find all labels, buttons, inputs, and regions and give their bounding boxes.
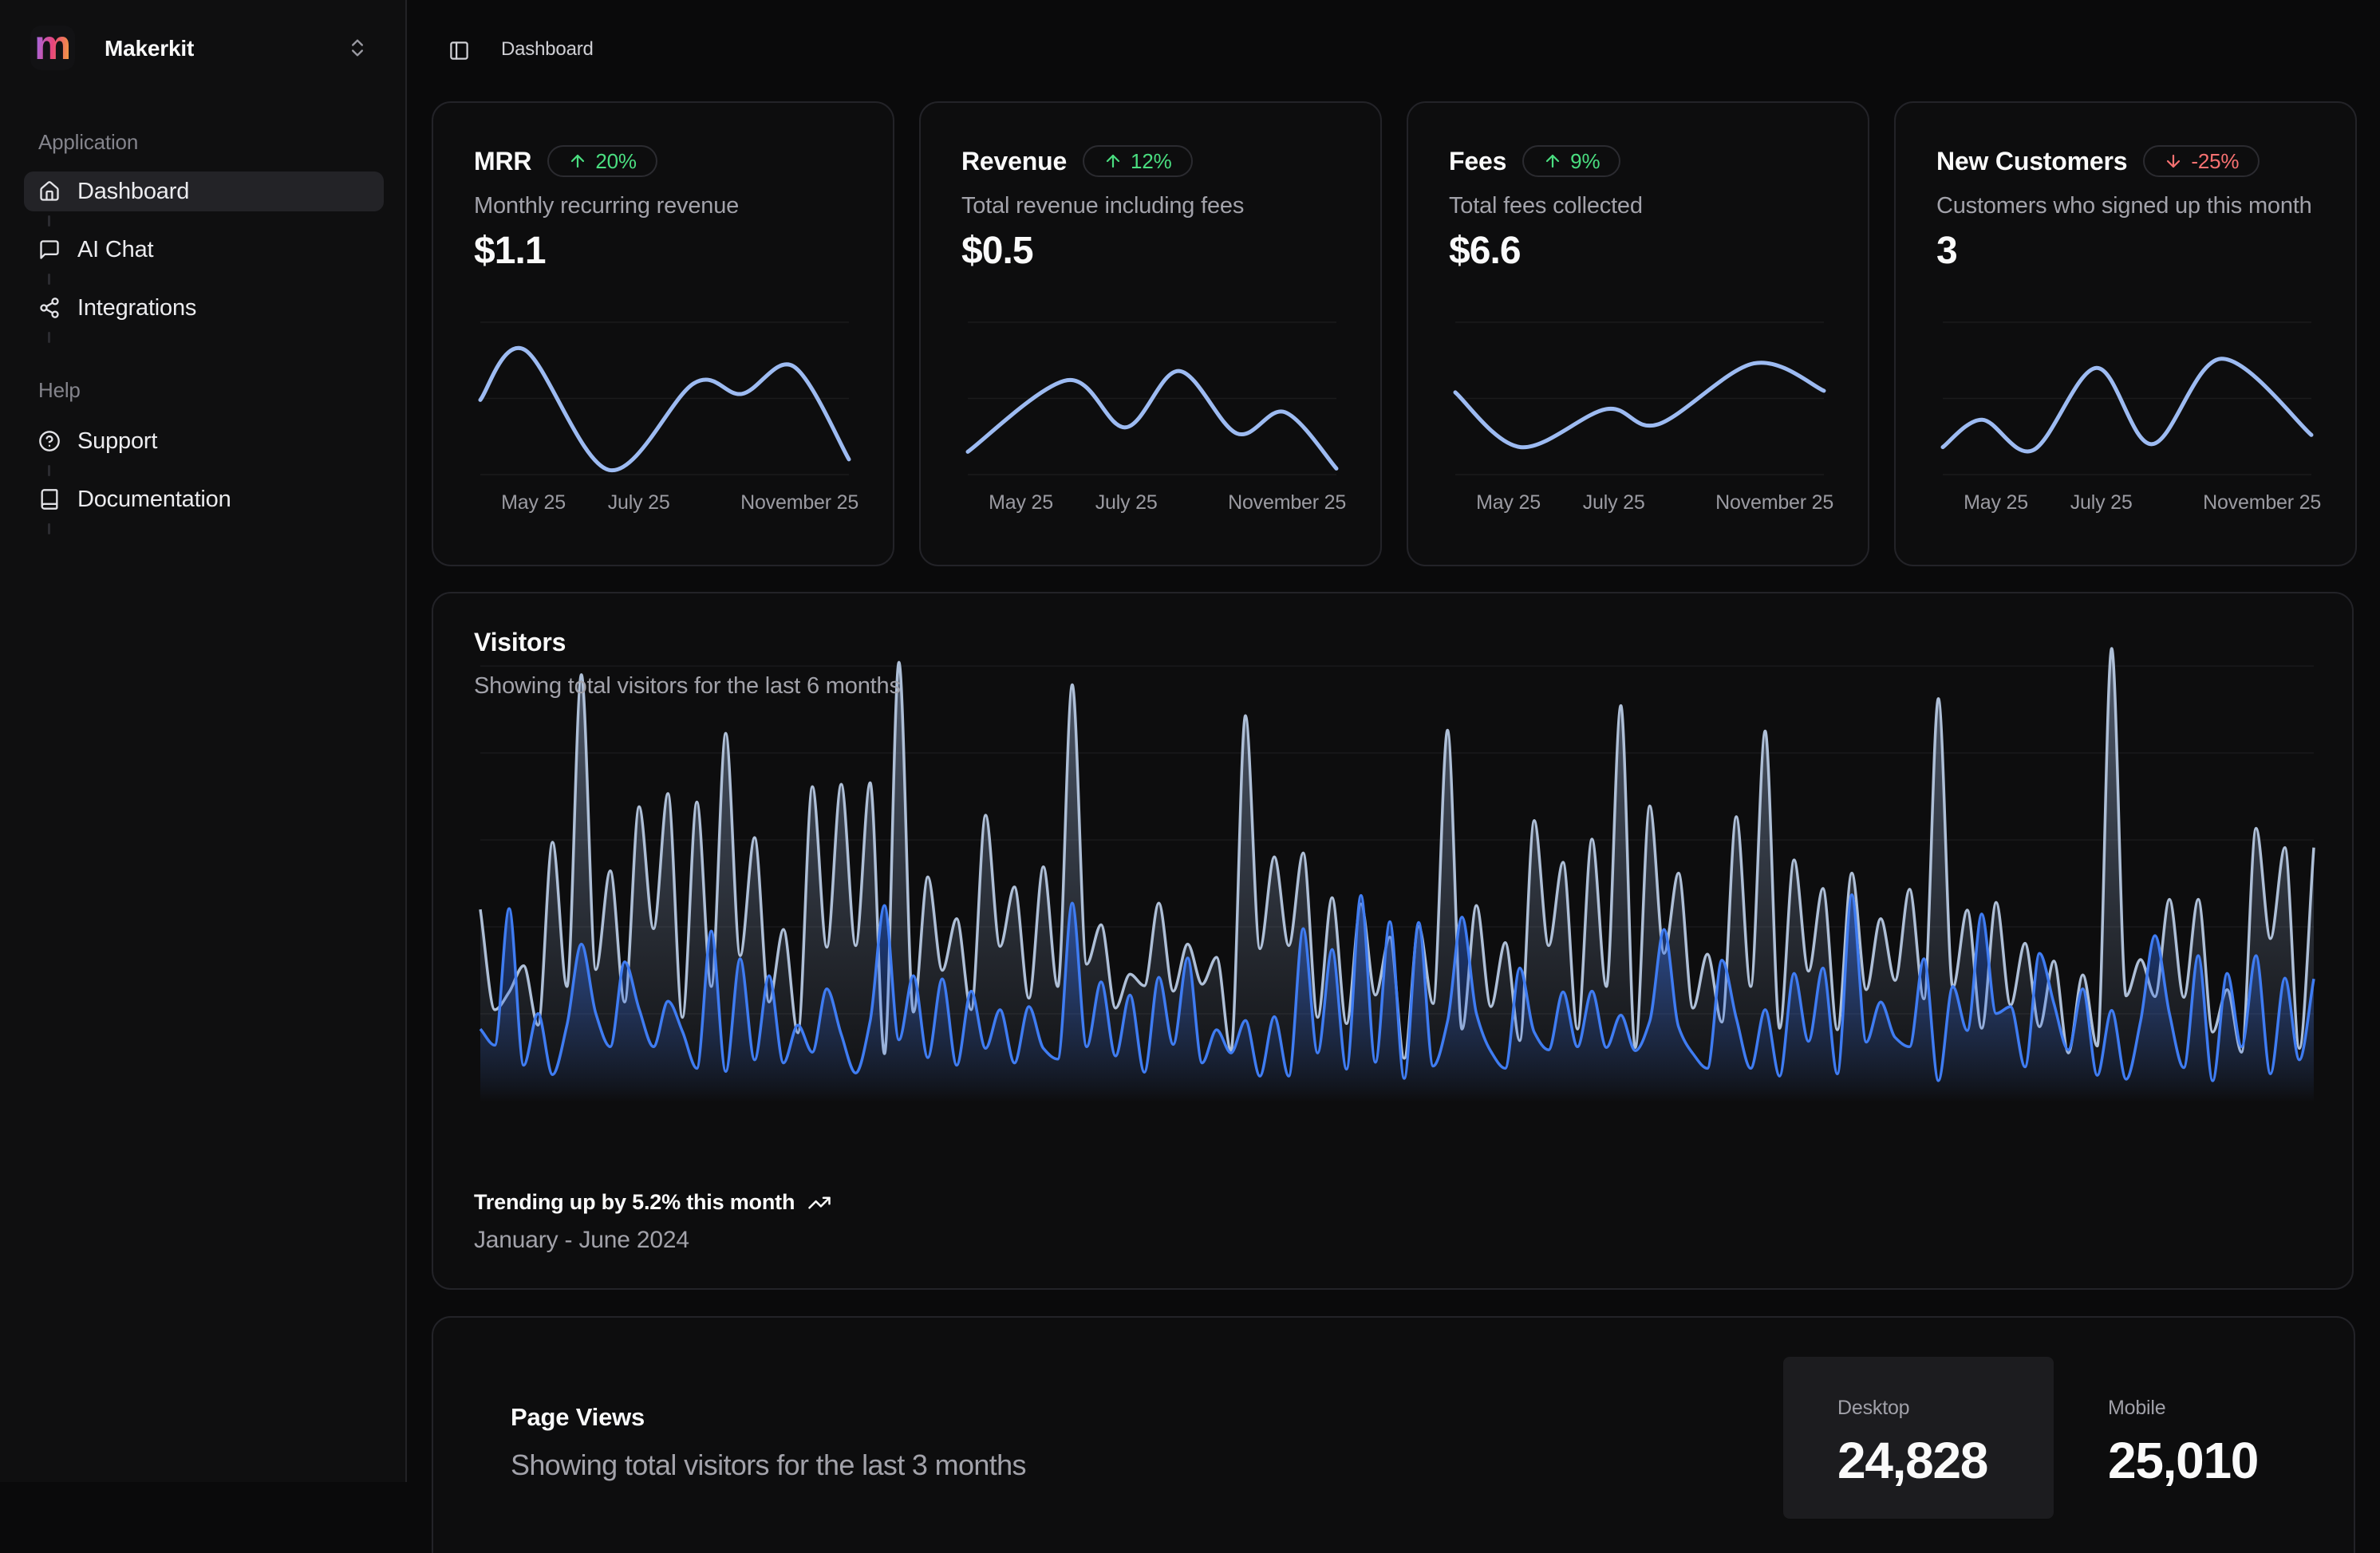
org-switcher[interactable]: m Makerkit [30,26,381,70]
page-views-stats: Desktop 24,828 Mobile 25,010 [1783,1357,2324,1519]
stat-card-title: Revenue [961,147,1067,176]
x-axis-tick-label: May 25 [989,491,1053,514]
logo-letter: m [34,25,71,66]
arrow-up-icon [1543,152,1562,171]
sidebar-group-label-help: Help [38,378,81,403]
trend-badge: 9% [1522,145,1620,177]
visitors-period: January - June 2024 [474,1227,689,1254]
book-icon [38,488,61,510]
sidebar-separator-tick [48,332,50,343]
visitors-trend: Trending up by 5.2% this month [474,1190,831,1215]
topbar: Dashboard [409,0,2380,101]
sidebar-item-dashboard[interactable]: Dashboard [24,171,384,211]
sidebar: m Makerkit Application Dashboard AI Chat… [0,0,407,1482]
stat-card-title: Fees [1449,147,1506,176]
stat-value: 24,828 [1837,1431,2054,1490]
x-axis-tick-label: July 25 [1095,491,1158,514]
page-title: Dashboard [501,38,594,61]
chat-icon [38,238,61,261]
chevrons-up-down-icon[interactable] [346,37,369,59]
stat-card-title: MRR [474,147,531,176]
stat-card-sparkline [480,322,849,475]
sidebar-item-label: Support [77,428,157,455]
page-views-stat-mobile[interactable]: Mobile 25,010 [2054,1357,2324,1519]
stat-card-title-row: New Customers -25% [1936,144,2260,178]
help-circle-icon [38,430,61,452]
trend-badge: 20% [547,145,657,177]
arrow-down-icon [2164,152,2183,171]
x-axis-tick-label: May 25 [501,491,566,514]
page-views-title: Page Views [511,1403,645,1432]
brand-name: Makerkit [105,36,194,61]
share-icon [38,297,61,319]
stat-card-revenue: Revenue 12% Total revenue including fees… [919,101,1382,566]
stat-card-description: Customers who signed up this month [1936,193,2312,219]
sidebar-item-label: Integrations [77,295,196,321]
sidebar-item-documentation[interactable]: Documentation [24,479,384,519]
visitors-title: Visitors [474,628,566,657]
trend-badge-value: 12% [1131,149,1171,174]
stat-card-new-customers: New Customers -25% Customers who signed … [1894,101,2357,566]
sidebar-separator-tick [48,274,50,285]
sidebar-item-ai-chat[interactable]: AI Chat [24,230,384,270]
page-views-description: Showing total visitors for the last 3 mo… [511,1449,1026,1482]
stat-label: Mobile [2108,1397,2324,1420]
stat-card-mrr: MRR 20% Monthly recurring revenue $1.1 M… [432,101,894,566]
sidebar-separator-tick [48,215,50,227]
sidebar-separator-tick [48,465,50,476]
stat-card-description: Monthly recurring revenue [474,193,739,219]
stat-card-value: $6.6 [1449,229,1521,273]
stat-card-title-row: Revenue 12% [961,144,1193,178]
x-axis-tick-label: July 25 [608,491,670,514]
stat-card-sparkline [1455,322,1824,475]
x-axis-tick-label: July 25 [2070,491,2133,514]
stat-card-title-row: MRR 20% [474,144,657,178]
sidebar-item-label: Dashboard [77,179,189,205]
trend-badge-value: -25% [2191,149,2239,174]
page-views-card: Page Views Showing total visitors for th… [432,1316,2355,1553]
visitors-description: Showing total visitors for the last 6 mo… [474,673,901,700]
arrow-up-icon [568,152,587,171]
sidebar-group-label-application: Application [38,130,138,155]
arrow-up-icon [1103,152,1123,171]
stat-card-value: 3 [1936,229,1957,273]
stat-card-title: New Customers [1936,147,2127,176]
sidebar-item-integrations[interactable]: Integrations [24,288,384,328]
sidebar-item-label: AI Chat [77,237,153,263]
trending-up-icon [807,1191,831,1215]
x-axis-tick-label: November 25 [740,491,858,514]
main-content: Dashboard MRR 20% Monthly recurring reve… [409,0,2380,1553]
x-axis-tick-label: July 25 [1583,491,1645,514]
stat-value: 25,010 [2108,1431,2324,1490]
x-axis-tick-label: May 25 [1476,491,1541,514]
trend-badge: -25% [2143,145,2260,177]
stat-card-value: $1.1 [474,229,546,273]
sidebar-item-support[interactable]: Support [24,421,384,461]
x-axis-tick-label: November 25 [1715,491,1833,514]
sidebar-separator-tick [48,523,50,534]
trend-badge-value: 9% [1570,149,1600,174]
stat-card-sparkline [1943,322,2311,475]
home-icon [38,180,61,203]
visitors-trend-text: Trending up by 5.2% this month [474,1190,795,1215]
x-axis-tick-label: November 25 [1228,491,1346,514]
trend-badge-value: 20% [595,149,636,174]
stat-card-value: $0.5 [961,229,1033,273]
page-views-stat-desktop[interactable]: Desktop 24,828 [1783,1357,2054,1519]
makerkit-logo: m [30,26,75,70]
trend-badge: 12% [1083,145,1192,177]
stat-label: Desktop [1837,1397,2054,1420]
x-axis-tick-label: November 25 [2203,491,2321,514]
stat-card-title-row: Fees 9% [1449,144,1620,178]
stat-card-description: Total revenue including fees [961,193,1244,219]
stat-card-sparkline [968,322,1336,475]
stat-card-fees: Fees 9% Total fees collected $6.6 May 25… [1407,101,1869,566]
sidebar-item-label: Documentation [77,487,231,513]
stat-card-description: Total fees collected [1449,193,1643,219]
visitors-card: Visitors Showing total visitors for the … [432,592,2354,1290]
sidebar-toggle-icon[interactable] [448,40,470,61]
x-axis-tick-label: May 25 [1964,491,2028,514]
